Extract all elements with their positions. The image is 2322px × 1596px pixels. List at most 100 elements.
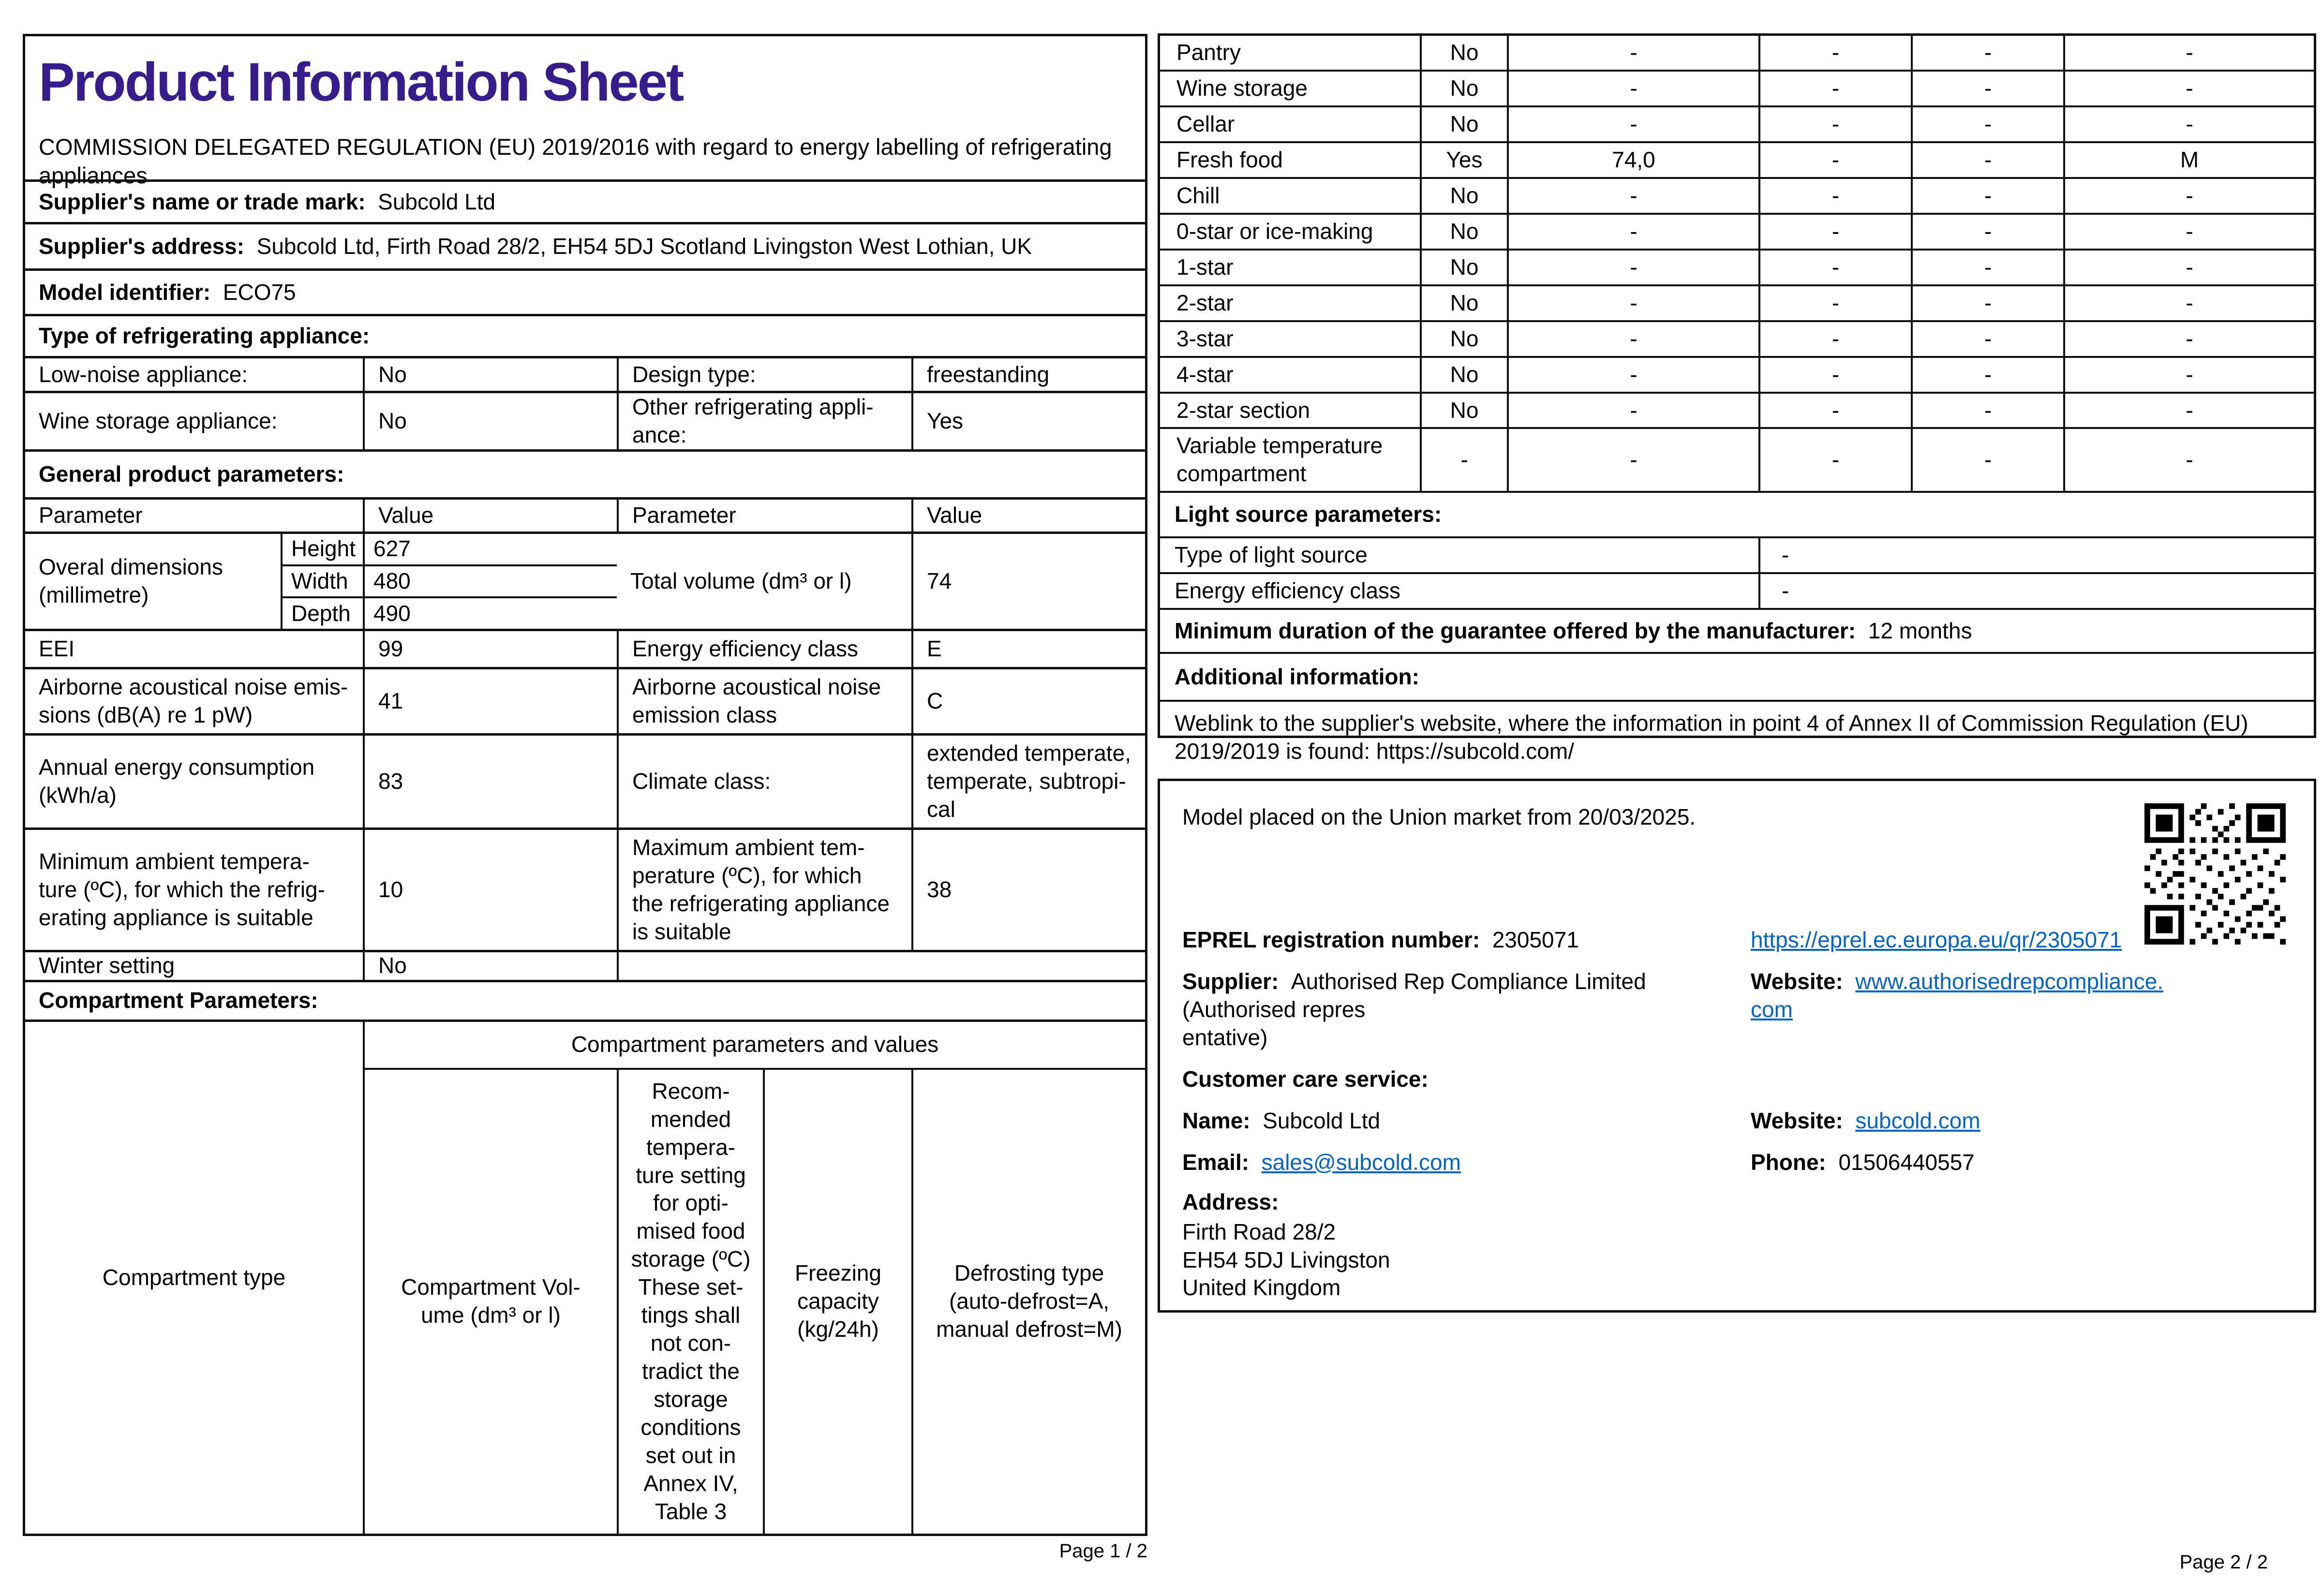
compartment-freezing-value: - — [1911, 72, 2063, 105]
compartment-volume-value: - — [1507, 215, 1758, 249]
compartment-defrost-value: - — [2063, 215, 2314, 249]
general-parameter-row: EEI 99 Energy efficiency class E — [25, 629, 1145, 667]
name-label: Name: — [1182, 1108, 1250, 1133]
dimension-key-depth: Depth — [283, 596, 363, 629]
qr-finder-bottom-left — [2144, 905, 2184, 945]
care-website-cell: Website: subcold.com — [1751, 1107, 2292, 1135]
compartment-present-value: No — [1420, 394, 1507, 428]
design-type-value: freestanding — [911, 358, 1145, 391]
compartment-volume-value: - — [1507, 429, 1758, 491]
general-parameter-row: Minimum ambient tempera- ture (ºC), for … — [25, 828, 1145, 950]
compartment-columns: Compartment Vol- ume (dm³ or l) Recom- m… — [365, 1070, 1145, 1534]
compartment-freezing-value: - — [1911, 215, 2063, 249]
model-identifier-row: Model identifier: ECO75 — [25, 268, 1145, 314]
compartment-label: 3-star — [1160, 322, 1420, 356]
supplier-name-row: Supplier's name or trade mark: Subcold L… — [25, 179, 1145, 222]
parameter-label: Climate class: — [617, 736, 911, 828]
care-website-link[interactable]: subcold.com — [1855, 1108, 1980, 1133]
light-source-type-row: Type of light source - — [1160, 536, 2314, 572]
supplier-address-value: Subcold Ltd, Firth Road 28/2, EH54 5DJ S… — [257, 233, 1032, 261]
design-type-label: Design type: — [617, 358, 911, 391]
table-row: Wine storage No - - - - — [1160, 70, 2314, 105]
supplier-label: Supplier: — [1182, 969, 1279, 994]
dimension-value-height: 627 — [365, 534, 617, 564]
care-name: Name: Subcold Ltd — [1182, 1107, 1751, 1135]
compartment-present-value: No — [1420, 36, 1507, 70]
type-heading-row: Type of refrigerating appliance: — [25, 314, 1145, 356]
compartment-freezing-value: - — [1911, 36, 2063, 70]
compartment-defrost-value: - — [2063, 358, 2314, 392]
care-phone-cell: Phone: 01506440557 — [1751, 1149, 2292, 1177]
compartment-temp-value: - — [1758, 179, 1911, 213]
customer-care-heading: Customer care service: — [1182, 1065, 2292, 1094]
compartment-label: Pantry — [1160, 36, 1420, 70]
low-noise-value: No — [363, 358, 617, 391]
page-title: Product Information Sheet — [39, 48, 1131, 116]
value-header-2: Value — [911, 500, 1145, 532]
compartment-temp-value: - — [1758, 286, 1911, 320]
parameter-value: 41 — [363, 669, 617, 733]
compartment-defrost-value: - — [2063, 429, 2314, 491]
email-link[interactable]: sales@subcold.com — [1262, 1150, 1461, 1175]
care-email-row: Email: sales@subcold.com Phone: 01506440… — [1182, 1149, 2292, 1177]
compartment-volume-value: - — [1507, 107, 1758, 141]
compartment-label: 4-star — [1160, 358, 1420, 392]
compartment-temp-value: - — [1758, 72, 1911, 105]
parameter-value: 10 — [363, 830, 617, 950]
compartment-temp-value: - — [1758, 394, 1911, 428]
temperature-column-header: Recom- mended tempera- ture setting for … — [617, 1070, 763, 1534]
compartment-present-value: No — [1420, 215, 1507, 249]
compartment-defrost-value: M — [2063, 143, 2314, 177]
table-row: 2-star section No - - - - — [1160, 392, 2314, 428]
winter-setting-empty — [617, 952, 1145, 980]
light-source-type-label: Type of light source — [1160, 538, 1758, 572]
compartment-freezing-value: - — [1911, 358, 2063, 392]
compartment-temp-value: - — [1758, 36, 1911, 70]
supplier-address: Supplier's address: Subcold Ltd, Firth R… — [25, 224, 1145, 268]
supplier-name-label: Supplier's name or trade mark: — [39, 188, 366, 216]
supplier-name-value: Subcold Ltd — [378, 188, 495, 216]
eprel-link[interactable]: https://eprel.ec.europa.eu/qr/2305071 — [1751, 927, 2122, 952]
compartment-header-block: Compartment type Compartment parameters … — [25, 1020, 1145, 1534]
compartment-freezing-value: - — [1911, 143, 2063, 177]
parameter-value: 99 — [363, 631, 617, 667]
compartment-defrost-value: - — [2063, 394, 2314, 428]
compartment-label: Chill — [1160, 179, 1420, 213]
website-label: Website: — [1751, 969, 1843, 994]
wine-storage-value: No — [363, 393, 617, 449]
light-source-heading: Light source parameters: — [1160, 491, 2314, 536]
market-date-text: Model placed on the Union market from 20… — [1182, 803, 2292, 831]
compartment-temp-value: - — [1758, 143, 1911, 177]
table-row: 1-star No - - - - — [1160, 249, 2314, 284]
parameter-value: extended temperate, temperate, subtropi-… — [911, 736, 1145, 828]
website-label: Website: — [1751, 1108, 1843, 1133]
parameter-label: Airborne acoustical noise emis- sions (d… — [25, 669, 363, 733]
parameter-label: EEI — [25, 631, 363, 667]
parameter-value: E — [911, 631, 1145, 667]
compartment-present-value: No — [1420, 358, 1507, 392]
compartment-label: 0-star or ice-making — [1160, 215, 1420, 249]
qr-finder-top-left — [2144, 803, 2184, 843]
compartment-values-table: Pantry No - - - - Wine storage No - - - … — [1160, 36, 2314, 491]
parameter-value: 83 — [363, 736, 617, 828]
light-source-type-value: - — [1758, 538, 2314, 572]
value-header-1: Value — [363, 500, 617, 532]
compartment-label: Variable temperature compartment — [1160, 429, 1420, 491]
compartment-present-value: No — [1420, 72, 1507, 105]
qr-code — [2144, 803, 2286, 945]
compartment-defrost-value: - — [2063, 286, 2314, 320]
dimension-value-width: 480 — [365, 564, 617, 597]
qr-finder-top-right — [2246, 803, 2286, 843]
winter-setting-row: Winter setting No — [25, 950, 1145, 980]
compartment-label: 2-star — [1160, 286, 1420, 320]
page2-footer: Page 2 / 2 — [2180, 1552, 2268, 1573]
compartment-volume-value: 74,0 — [1507, 143, 1758, 177]
compartment-present-value: No — [1420, 179, 1507, 213]
compartment-freezing-value: - — [1911, 179, 2063, 213]
dimension-values: 627 480 490 — [363, 534, 617, 629]
general-parameter-row: Annual energy consumption (kWh/a) 83 Cli… — [25, 733, 1145, 828]
parameter-value: C — [911, 669, 1145, 733]
compartment-volume-value: - — [1507, 179, 1758, 213]
compartment-present-value: No — [1420, 107, 1507, 141]
page1-sheet: Product Information Sheet COMMISSION DEL… — [23, 34, 1147, 1536]
